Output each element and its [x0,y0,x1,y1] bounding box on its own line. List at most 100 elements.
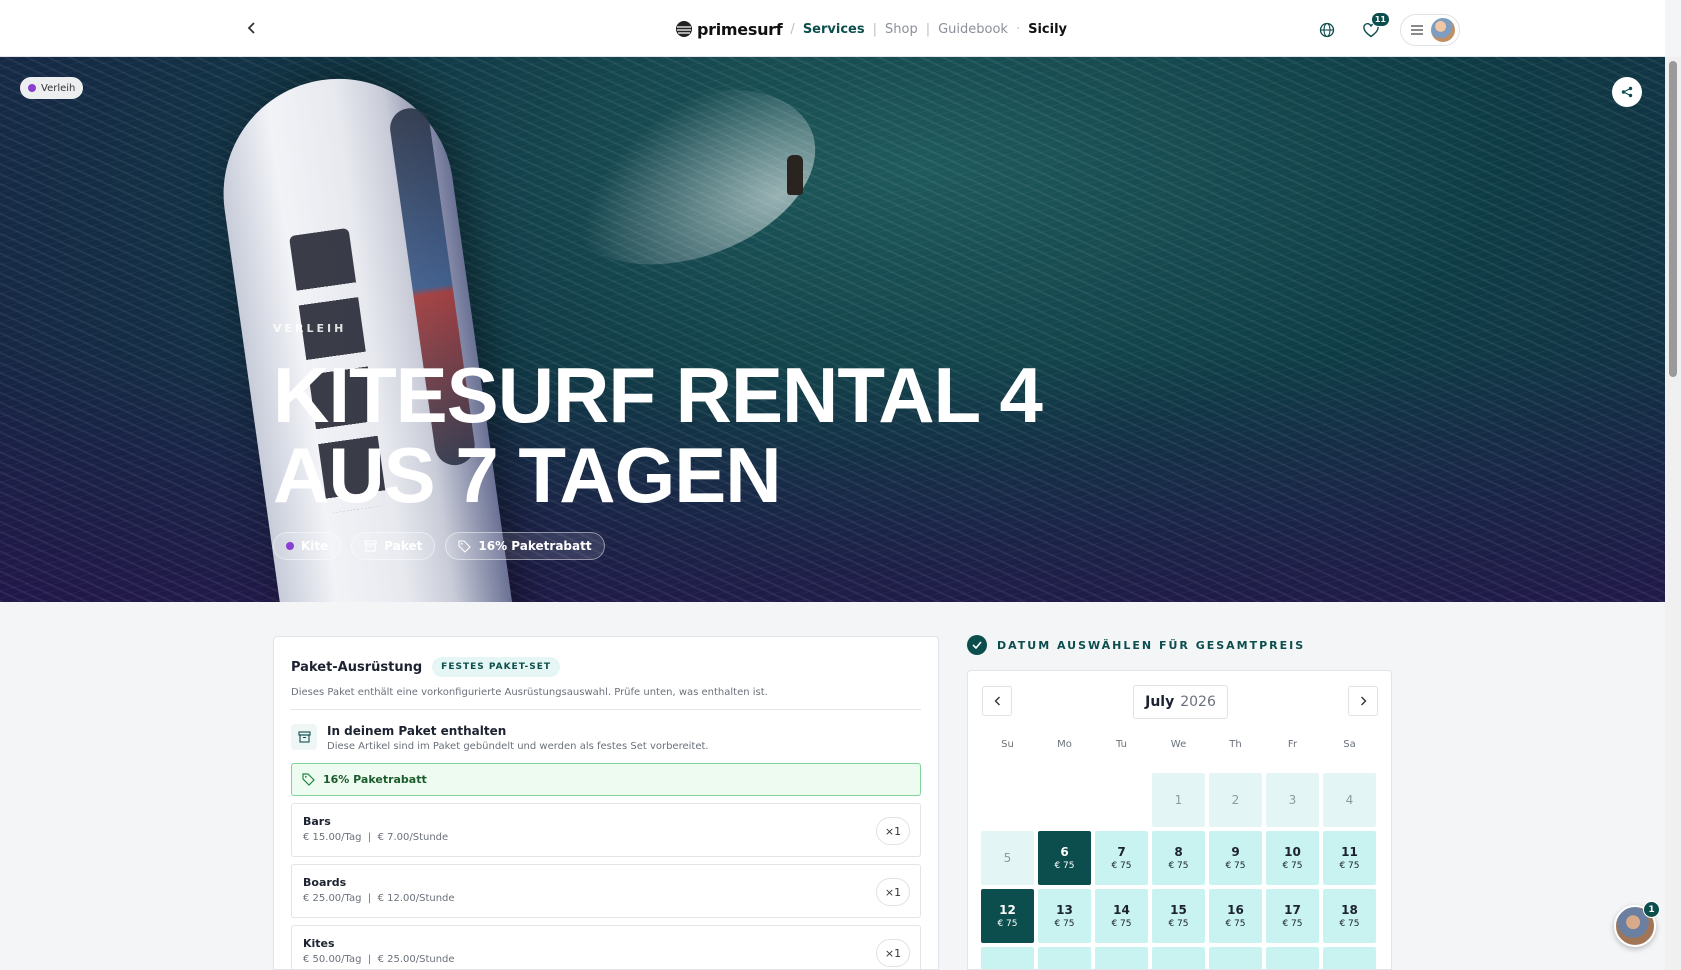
day-price: € 75 [1168,861,1189,871]
hero-rider [787,155,803,195]
tag-icon [302,773,315,786]
date-select-heading: DATUM AUSWÄHLEN FÜR GESAMTPREIS [967,635,1305,655]
chip-discount: 16% Paketrabatt [445,532,605,560]
breadcrumb-guidebook[interactable]: Guidebook [938,22,1008,37]
back-button[interactable] [242,18,262,38]
calendar-day[interactable]: 15 € 75 [1152,889,1205,943]
chevron-left-icon [247,22,255,34]
page-scrollbar[interactable] [1665,57,1681,970]
calendar-day[interactable]: 11 € 75 [1323,831,1376,885]
item-name: Bars [303,815,331,828]
day-number: 2 [1231,793,1240,807]
day-price: € 75 [1282,919,1303,929]
calendar-day[interactable]: 13 € 75 [1038,889,1091,943]
calendar-day[interactable]: 21 [1095,947,1148,969]
quantity-badge: ×1 [876,817,910,845]
day-number: 13 [1056,903,1073,917]
package-items-list: Bars € 15.00/Tag | € 7.00/Stunde ×1 Boar… [291,803,921,969]
prev-month-button[interactable] [982,686,1012,716]
date-select-heading-text: DATUM AUSWÄHLEN FÜR GESAMTPREIS [997,638,1306,652]
day-number: 7 [1117,845,1126,859]
scrollbar-thumb[interactable] [1669,61,1677,377]
page-title: KITESURF RENTAL 4 AUS 7 TAGEN [273,351,1043,519]
calendar-day[interactable]: 25 [1323,947,1376,969]
calendar-day: 4 [1323,773,1376,827]
logo-icon [676,21,692,37]
calendar-day-empty [981,773,1034,827]
logo[interactable]: primesurf [675,20,783,39]
day-number: 8 [1174,845,1183,859]
month-label: July [1145,694,1175,710]
day-number: 18 [1341,903,1358,917]
day-number: 11 [1341,845,1358,859]
hero-banner: Verleih VERLEIH KITESURF RENTAL 4 AUS 7 … [0,57,1665,602]
day-price: € 75 [1054,861,1075,871]
day-price: € 75 [997,919,1018,929]
day-price: € 75 [1168,919,1189,929]
breadcrumb-services[interactable]: Services [803,22,865,37]
month-selector[interactable]: July 2026 [1133,685,1228,719]
calendar-day[interactable]: 7 € 75 [1095,831,1148,885]
breadcrumb-shop[interactable]: Shop [885,22,918,37]
day-number: 16 [1227,903,1244,917]
calendar-day[interactable]: 20 [1038,947,1091,969]
hero-chips: Kite Paket 16% Paketrabatt [273,532,605,560]
breadcrumb-sicily[interactable]: Sicily [1028,22,1067,37]
day-number: 3 [1288,793,1297,807]
chip-label: Paket [384,539,423,553]
weekday-header: Su Mo Tu We Th Fr Sa [981,739,1376,750]
day-number: 15 [1170,903,1187,917]
fixed-set-badge: FESTES PAKET-SET [432,657,561,677]
chip-paket: Paket [351,532,436,560]
calendar-day[interactable]: 10 € 75 [1266,831,1319,885]
calendar-day[interactable]: 24 [1266,947,1319,969]
purple-dot-icon [286,542,294,550]
day-number: 5 [1003,851,1012,865]
included-section: In deinem Paket enthalten Diese Artikel … [291,724,921,752]
day-price: € 75 [1339,919,1360,929]
chip-kite: Kite [273,532,342,560]
calendar-day: 3 [1266,773,1319,827]
share-button[interactable] [1612,77,1642,107]
chip-label: 16% Paketrabatt [478,539,592,553]
calendar-day[interactable]: 12 € 75 [981,889,1034,943]
calendar-day[interactable]: 22 [1152,947,1205,969]
calendar-day[interactable]: 19 [981,947,1034,969]
calendar-day[interactable]: 16 € 75 [1209,889,1262,943]
calendar-day[interactable]: 6 € 75 [1038,831,1091,885]
package-description: Dieses Paket enthält eine vorkonfigurier… [291,687,921,710]
hamburger-icon [1411,25,1423,35]
weekday-label: Sa [1343,739,1356,750]
item-price: € 15.00/Tag | € 7.00/Stunde [303,832,449,843]
day-price: € 75 [1225,919,1246,929]
weekday-label: Tu [1116,739,1127,750]
hero-eyebrow: VERLEIH [273,322,347,335]
quantity-badge: ×1 [876,939,910,967]
day-price: € 75 [1339,861,1360,871]
user-menu-button[interactable] [1400,14,1460,46]
chat-widget-button[interactable]: 1 [1614,901,1660,947]
calendar-day[interactable]: 17 € 75 [1266,889,1319,943]
favorites-button[interactable]: 11 [1356,12,1390,45]
calendar-day[interactable]: 14 € 75 [1095,889,1148,943]
calendar-day[interactable]: 18 € 75 [1323,889,1376,943]
favorites-count-badge: 11 [1370,12,1390,27]
discount-label: 16% Paketrabatt [323,773,427,786]
next-month-button[interactable] [1348,686,1378,716]
day-number: 10 [1284,845,1301,859]
language-button[interactable] [1312,15,1342,45]
package-title: Paket-Ausrüstung [291,659,423,675]
chevron-left-icon [994,696,1000,706]
box-icon [291,724,317,750]
calendar: July 2026 Su Mo Tu We Th Fr Sa 1 2 3 4 5 6 € 75 7 € 75… [967,670,1392,970]
calendar-day[interactable]: 23 [1209,947,1262,969]
calendar-day[interactable]: 9 € 75 [1209,831,1262,885]
calendar-day-empty [1095,773,1148,827]
calendar-day[interactable]: 8 € 75 [1152,831,1205,885]
weekday-label: Fr [1287,739,1298,750]
day-price: € 75 [1111,919,1132,929]
calendar-day: 2 [1209,773,1262,827]
chip-label: Kite [301,539,329,553]
day-number: 12 [999,903,1016,917]
included-title: In deinem Paket enthalten [327,724,507,738]
